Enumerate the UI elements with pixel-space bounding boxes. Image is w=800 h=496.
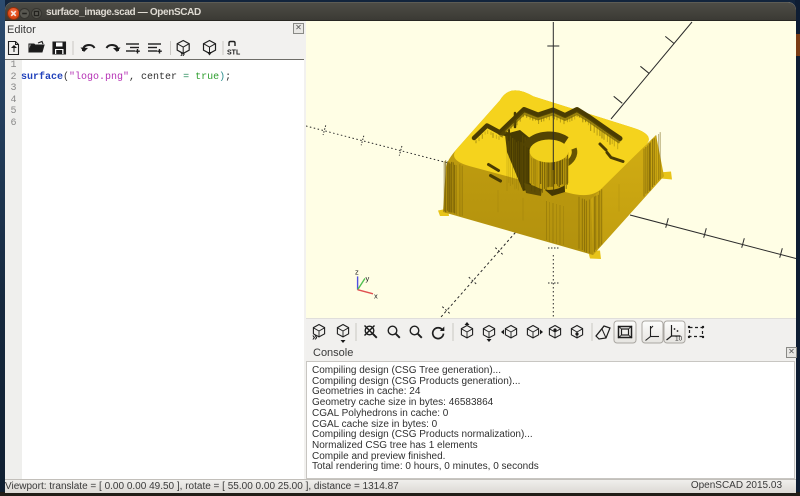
svg-text:»: » — [180, 49, 185, 59]
svg-text:z: z — [355, 268, 359, 277]
svg-text:x: x — [374, 292, 378, 301]
svg-text:STL: STL — [227, 50, 241, 57]
svg-text:y: y — [366, 274, 370, 283]
svg-text:»: » — [312, 332, 318, 343]
svg-text:10: 10 — [675, 336, 683, 343]
